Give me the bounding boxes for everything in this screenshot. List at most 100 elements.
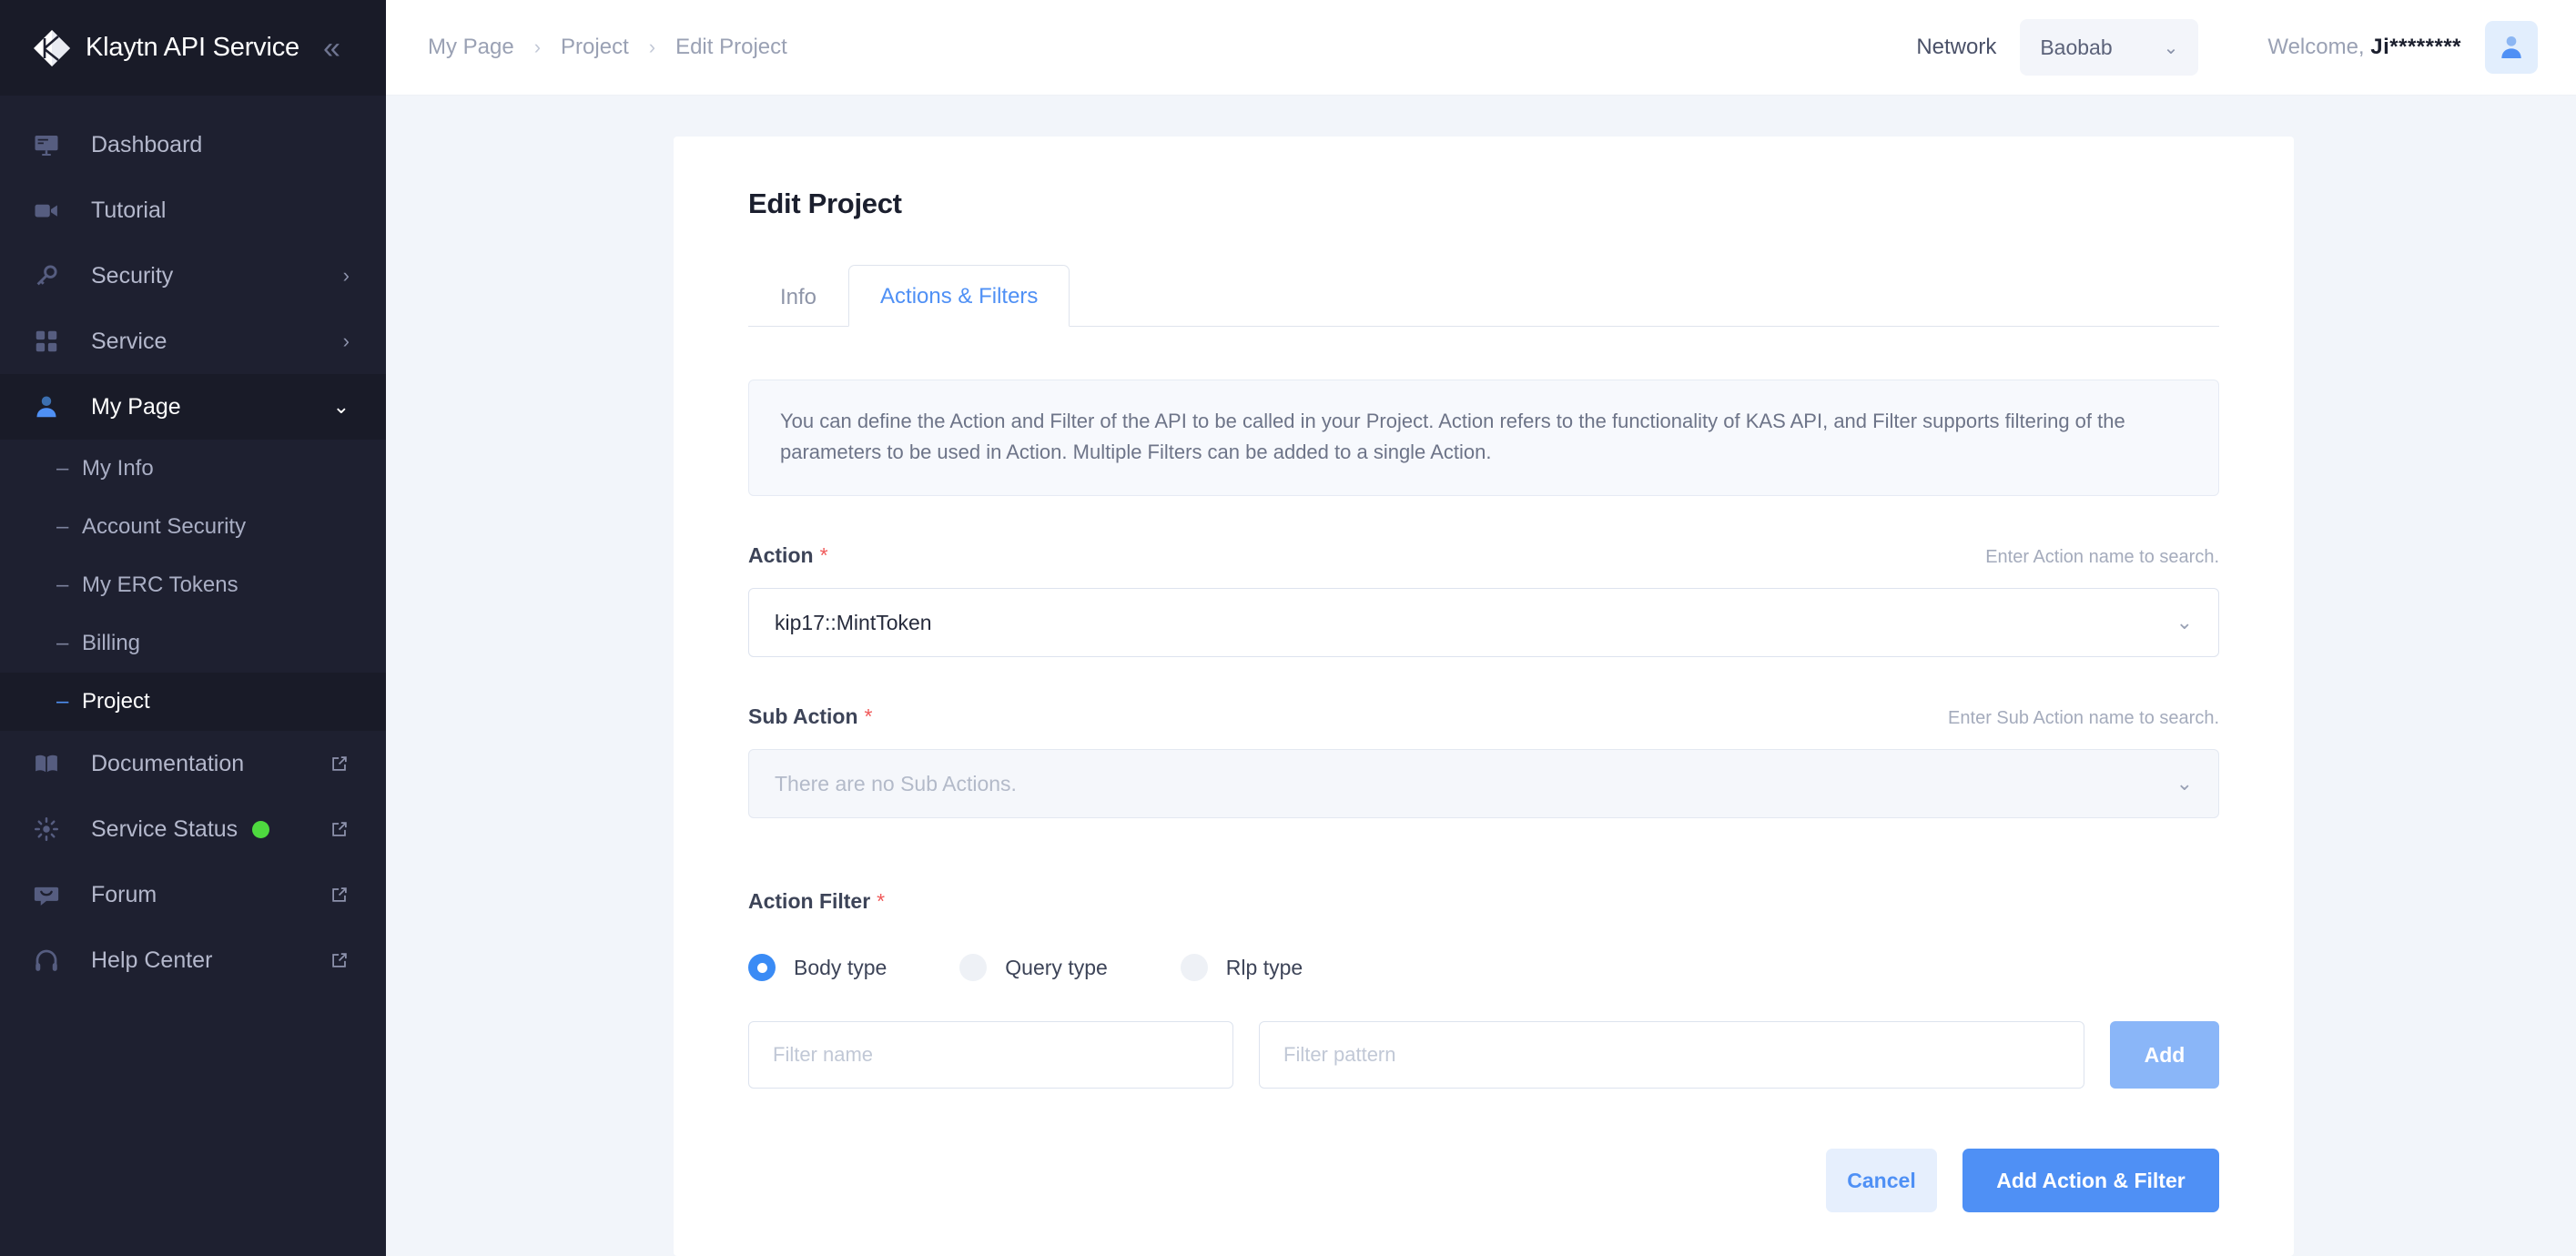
sidebar-subitem-my-erc-tokens[interactable]: – My ERC Tokens bbox=[0, 556, 386, 614]
info-banner: You can define the Action and Filter of … bbox=[748, 380, 2219, 497]
welcome-username: Ji******** bbox=[2370, 35, 2461, 59]
external-link-icon bbox=[330, 754, 350, 774]
filter-input-row: Add bbox=[748, 1021, 2219, 1089]
sub-action-hint: Enter Sub Action name to search. bbox=[1948, 708, 2219, 729]
sidebar-subitem-label: Billing bbox=[82, 631, 141, 655]
action-label: Action bbox=[748, 543, 814, 568]
breadcrumb-project[interactable]: Project bbox=[561, 35, 629, 60]
radio-body-type[interactable]: Body type bbox=[748, 954, 887, 982]
sub-action-field-header: Sub Action * Enter Sub Action name to se… bbox=[748, 704, 2219, 729]
network-select[interactable]: Baobab ⌄ bbox=[2020, 19, 2199, 76]
dash-icon: – bbox=[56, 456, 69, 481]
filter-pattern-input[interactable] bbox=[1259, 1021, 2084, 1089]
sidebar-item-service-status[interactable]: Service Status bbox=[0, 796, 386, 862]
sidebar-subitem-label: My Info bbox=[82, 456, 154, 481]
tab-actions-filters[interactable]: Actions & Filters bbox=[848, 265, 1070, 327]
breadcrumb-edit-project: Edit Project bbox=[675, 35, 787, 59]
action-filter-label: Action Filter bbox=[748, 889, 871, 914]
sidebar-item-dashboard[interactable]: Dashboard bbox=[0, 112, 386, 177]
breadcrumb: My Page › Project › Edit Project bbox=[428, 35, 787, 60]
dash-icon: – bbox=[56, 572, 69, 597]
action-filter-header: Action Filter * bbox=[748, 889, 2219, 914]
dash-icon: – bbox=[56, 631, 69, 655]
dash-icon: – bbox=[56, 514, 69, 539]
action-field-block: Action * Enter Action name to search. ki… bbox=[748, 543, 2219, 658]
sub-action-field-block: Sub Action * Enter Sub Action name to se… bbox=[748, 704, 2219, 819]
chevron-down-icon: ⌄ bbox=[332, 395, 350, 418]
sidebar: Klaytn API Service « Dashboard Tutorial … bbox=[0, 0, 386, 1256]
radio-label: Query type bbox=[1005, 955, 1108, 979]
network-selected-value: Baobab bbox=[2040, 35, 2113, 59]
add-filter-button[interactable]: Add bbox=[2110, 1021, 2219, 1089]
sidebar-item-my-page[interactable]: My Page ⌄ bbox=[0, 374, 386, 440]
app-root: Klaytn API Service « Dashboard Tutorial … bbox=[0, 0, 2576, 1256]
sidebar-item-label: Tutorial bbox=[91, 197, 167, 223]
sidebar-item-forum[interactable]: Forum bbox=[0, 862, 386, 927]
action-hint: Enter Action name to search. bbox=[1985, 547, 2219, 568]
filter-type-radio-group: Body type Query type Rlp type bbox=[748, 954, 2219, 982]
tab-info[interactable]: Info bbox=[748, 266, 848, 327]
radio-query-type[interactable]: Query type bbox=[959, 954, 1108, 982]
radio-label: Body type bbox=[794, 955, 887, 979]
sub-action-select[interactable]: There are no Sub Actions. ⌄ bbox=[748, 749, 2219, 819]
radio-rlp-type[interactable]: Rlp type bbox=[1180, 954, 1303, 982]
sidebar-nav: Dashboard Tutorial Security › Service › … bbox=[0, 96, 386, 1256]
dash-icon: – bbox=[56, 689, 69, 714]
sidebar-item-tutorial[interactable]: Tutorial bbox=[0, 177, 386, 243]
user-icon bbox=[33, 393, 67, 420]
sidebar-item-label: Dashboard bbox=[91, 131, 203, 157]
klaytn-logo-icon bbox=[33, 29, 71, 67]
sidebar-item-label: My Page bbox=[91, 393, 181, 420]
radio-dot-icon bbox=[748, 954, 776, 982]
external-link-icon bbox=[330, 885, 350, 905]
form-actions: Cancel Add Action & Filter bbox=[748, 1149, 2219, 1213]
brand-header: Klaytn API Service « bbox=[0, 0, 386, 96]
chevron-down-icon: ⌄ bbox=[2175, 611, 2193, 634]
grid-icon bbox=[33, 328, 67, 355]
chevron-down-icon: ⌄ bbox=[2175, 772, 2193, 795]
sidebar-item-label: Help Center bbox=[91, 947, 213, 973]
tab-bar: Info Actions & Filters bbox=[748, 264, 2219, 327]
filter-name-input[interactable] bbox=[748, 1021, 1233, 1089]
cancel-button[interactable]: Cancel bbox=[1826, 1149, 1937, 1213]
sidebar-subitem-my-info[interactable]: – My Info bbox=[0, 440, 386, 498]
add-action-filter-button[interactable]: Add Action & Filter bbox=[1962, 1149, 2219, 1213]
action-selected-value: kip17::MintToken bbox=[775, 610, 932, 634]
sidebar-item-documentation[interactable]: Documentation bbox=[0, 731, 386, 796]
status-badge bbox=[252, 820, 270, 838]
sidebar-item-help-center[interactable]: Help Center bbox=[0, 927, 386, 993]
sun-icon bbox=[33, 815, 67, 843]
brand-title: Klaytn API Service bbox=[86, 33, 299, 62]
sidebar-item-label: Service Status bbox=[91, 815, 238, 842]
monitor-icon bbox=[33, 131, 67, 158]
edit-project-card: Edit Project Info Actions & Filters You … bbox=[674, 137, 2294, 1256]
sidebar-item-label: Security bbox=[91, 262, 174, 289]
sidebar-subitem-project[interactable]: – Project bbox=[0, 673, 386, 731]
sidebar-collapse-button[interactable]: « bbox=[323, 33, 340, 64]
sidebar-item-service[interactable]: Service › bbox=[0, 309, 386, 374]
chevron-right-icon: › bbox=[648, 35, 656, 58]
page-title: Edit Project bbox=[748, 187, 902, 219]
content-area: Edit Project Info Actions & Filters You … bbox=[386, 96, 2576, 1256]
radio-dot-icon bbox=[959, 954, 988, 982]
sub-action-selected-value: There are no Sub Actions. bbox=[775, 771, 1017, 795]
sidebar-subitem-label: My ERC Tokens bbox=[82, 572, 238, 597]
sidebar-subitem-billing[interactable]: – Billing bbox=[0, 614, 386, 673]
radio-dot-icon bbox=[1180, 954, 1208, 982]
action-select[interactable]: kip17::MintToken ⌄ bbox=[748, 588, 2219, 658]
avatar[interactable] bbox=[2485, 21, 2538, 74]
radio-label: Rlp type bbox=[1225, 955, 1303, 979]
chevron-right-icon: › bbox=[342, 264, 350, 287]
sidebar-subitem-account-security[interactable]: – Account Security bbox=[0, 498, 386, 556]
action-field-header: Action * Enter Action name to search. bbox=[748, 543, 2219, 568]
welcome-prefix: Welcome, bbox=[2267, 35, 2371, 59]
action-filter-block: Action Filter * Body type Query type Rlp… bbox=[748, 889, 2219, 1089]
network-label: Network bbox=[1916, 35, 1997, 59]
headset-icon bbox=[33, 947, 67, 974]
breadcrumb-my-page[interactable]: My Page bbox=[428, 35, 514, 60]
key-icon bbox=[33, 262, 67, 289]
required-mark: * bbox=[864, 704, 873, 729]
chevron-right-icon: › bbox=[533, 35, 542, 58]
sidebar-item-security[interactable]: Security › bbox=[0, 243, 386, 309]
sidebar-subitem-label: Account Security bbox=[82, 514, 247, 539]
